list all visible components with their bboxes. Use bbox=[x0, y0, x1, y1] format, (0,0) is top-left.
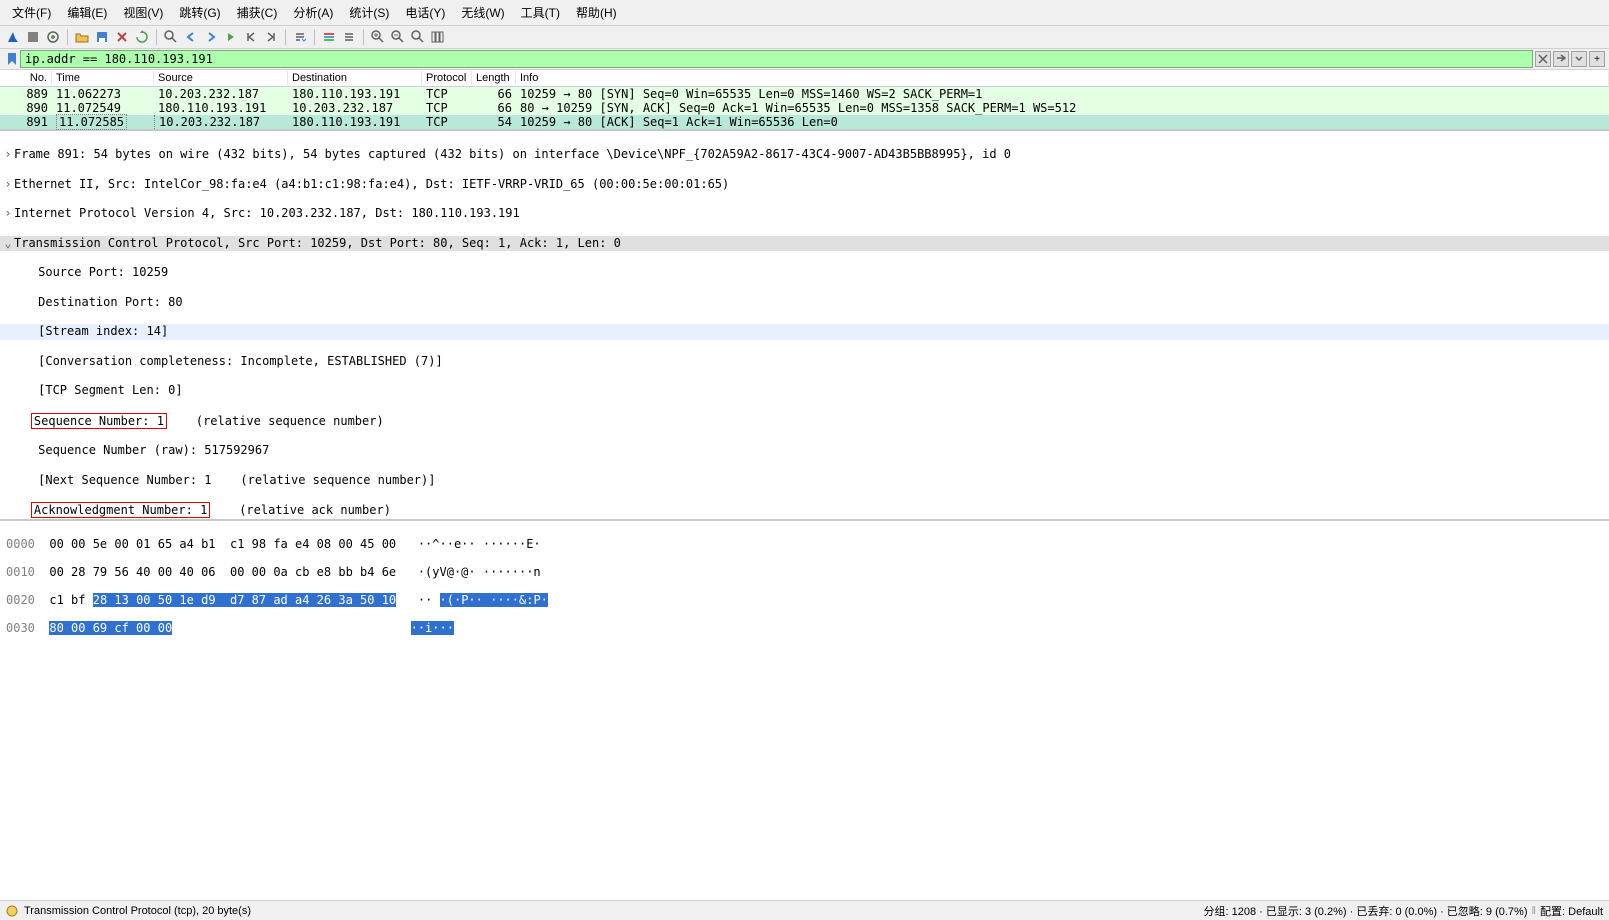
detail-ip[interactable]: ›Internet Protocol Version 4, Src: 10.20… bbox=[0, 206, 1609, 222]
hex-pane[interactable]: 0000 00 00 5e 00 01 65 a4 b1 c1 98 fa e4… bbox=[0, 521, 1609, 801]
zoom-in-icon[interactable] bbox=[369, 28, 387, 46]
bookmark-icon[interactable] bbox=[4, 51, 20, 67]
clear-filter-icon[interactable] bbox=[1535, 51, 1551, 67]
menu-telephony[interactable]: 电话(Y) bbox=[397, 2, 453, 23]
prev-icon[interactable] bbox=[182, 28, 200, 46]
menu-capture[interactable]: 捕获(C) bbox=[229, 2, 286, 23]
shark-fin-icon[interactable] bbox=[4, 28, 22, 46]
menu-help[interactable]: 帮助(H) bbox=[568, 2, 625, 23]
detail-conversation[interactable]: [Conversation completeness: Incomplete, … bbox=[0, 354, 1609, 370]
packet-row-selected[interactable]: 891 11.072585 10.203.232.187 180.110.193… bbox=[0, 115, 1609, 129]
packet-list[interactable]: No. Time Source Destination Protocol Len… bbox=[0, 70, 1609, 131]
menu-stats[interactable]: 统计(S) bbox=[341, 2, 397, 23]
col-no[interactable]: No. bbox=[0, 71, 52, 85]
restart-icon[interactable] bbox=[44, 28, 62, 46]
detail-srcport[interactable]: Source Port: 10259 bbox=[0, 265, 1609, 281]
status-field-desc: Transmission Control Protocol (tcp), 20 … bbox=[24, 905, 251, 917]
detail-stream[interactable]: [Stream index: 14] bbox=[0, 324, 1609, 340]
detail-tcp[interactable]: ⌄Transmission Control Protocol, Src Port… bbox=[0, 236, 1609, 252]
detail-dstport[interactable]: Destination Port: 80 bbox=[0, 295, 1609, 311]
detail-ack[interactable]: Acknowledgment Number: 1 (relative ack n… bbox=[0, 502, 1609, 519]
hex-row[interactable]: 0000 00 00 5e 00 01 65 a4 b1 c1 98 fa e4… bbox=[6, 537, 1603, 551]
status-profile[interactable]: 配置: Default bbox=[1540, 903, 1603, 919]
col-info[interactable]: Info bbox=[516, 71, 1609, 85]
menu-file[interactable]: 文件(F) bbox=[4, 2, 59, 23]
filter-bar: + bbox=[0, 49, 1609, 70]
zoom-reset-icon[interactable] bbox=[409, 28, 427, 46]
add-filter-icon[interactable]: + bbox=[1589, 51, 1605, 67]
first-icon[interactable] bbox=[242, 28, 260, 46]
col-length[interactable]: Length bbox=[472, 71, 516, 85]
resize-cols-icon[interactable] bbox=[429, 28, 447, 46]
menu-analyze[interactable]: 分析(A) bbox=[285, 2, 341, 23]
next-icon[interactable] bbox=[202, 28, 220, 46]
detail-seqraw[interactable]: Sequence Number (raw): 517592967 bbox=[0, 443, 1609, 459]
list-icon[interactable] bbox=[340, 28, 358, 46]
detail-seglen[interactable]: [TCP Segment Len: 0] bbox=[0, 383, 1609, 399]
apply-filter-icon[interactable] bbox=[1553, 51, 1569, 67]
menu-view[interactable]: 视图(V) bbox=[115, 2, 171, 23]
last-icon[interactable] bbox=[262, 28, 280, 46]
find-icon[interactable] bbox=[162, 28, 180, 46]
stop-icon[interactable] bbox=[24, 28, 42, 46]
col-time[interactable]: Time bbox=[52, 71, 154, 85]
autoscroll-icon[interactable] bbox=[291, 28, 309, 46]
reload-icon[interactable] bbox=[133, 28, 151, 46]
detail-frame[interactable]: ›Frame 891: 54 bytes on wire (432 bits),… bbox=[0, 147, 1609, 163]
main-toolbar bbox=[0, 26, 1609, 49]
expert-info-icon[interactable] bbox=[6, 905, 18, 917]
hex-row[interactable]: 0010 00 28 79 56 40 00 40 06 00 00 0a cb… bbox=[6, 565, 1603, 579]
packet-row[interactable]: 889 11.062273 10.203.232.187 180.110.193… bbox=[0, 87, 1609, 101]
detail-seq[interactable]: Sequence Number: 1 (relative sequence nu… bbox=[0, 413, 1609, 430]
detail-nextseq[interactable]: [Next Sequence Number: 1 (relative seque… bbox=[0, 473, 1609, 489]
save-icon[interactable] bbox=[93, 28, 111, 46]
packet-details[interactable]: ›Frame 891: 54 bytes on wire (432 bits),… bbox=[0, 131, 1609, 521]
colorize-icon[interactable] bbox=[320, 28, 338, 46]
hex-row[interactable]: 0030 80 00 69 cf 00 00 ··i··· bbox=[6, 621, 1603, 635]
display-filter-input[interactable] bbox=[20, 50, 1533, 68]
recent-filter-icon[interactable] bbox=[1571, 51, 1587, 67]
menu-tools[interactable]: 工具(T) bbox=[513, 2, 568, 23]
close-icon[interactable] bbox=[113, 28, 131, 46]
status-bar: Transmission Control Protocol (tcp), 20 … bbox=[0, 900, 1609, 920]
menu-edit[interactable]: 编辑(E) bbox=[59, 2, 115, 23]
packet-list-header: No. Time Source Destination Protocol Len… bbox=[0, 70, 1609, 87]
status-packet-counts: 分组: 1208 · 已显示: 3 (0.2%) · 已丢弃: 0 (0.0%)… bbox=[1203, 903, 1527, 919]
hex-row[interactable]: 0020 c1 bf 28 13 00 50 1e d9 d7 87 ad a4… bbox=[6, 593, 1603, 607]
open-icon[interactable] bbox=[73, 28, 91, 46]
menu-go[interactable]: 跳转(G) bbox=[171, 2, 228, 23]
col-source[interactable]: Source bbox=[154, 71, 288, 85]
menu-bar: 文件(F) 编辑(E) 视图(V) 跳转(G) 捕获(C) 分析(A) 统计(S… bbox=[0, 0, 1609, 26]
col-protocol[interactable]: Protocol bbox=[422, 71, 472, 85]
detail-ethernet[interactable]: ›Ethernet II, Src: IntelCor_98:fa:e4 (a4… bbox=[0, 177, 1609, 193]
zoom-out-icon[interactable] bbox=[389, 28, 407, 46]
menu-wireless[interactable]: 无线(W) bbox=[453, 2, 512, 23]
packet-row[interactable]: 890 11.072549 180.110.193.191 10.203.232… bbox=[0, 101, 1609, 115]
goto-icon[interactable] bbox=[222, 28, 240, 46]
col-destination[interactable]: Destination bbox=[288, 71, 422, 85]
